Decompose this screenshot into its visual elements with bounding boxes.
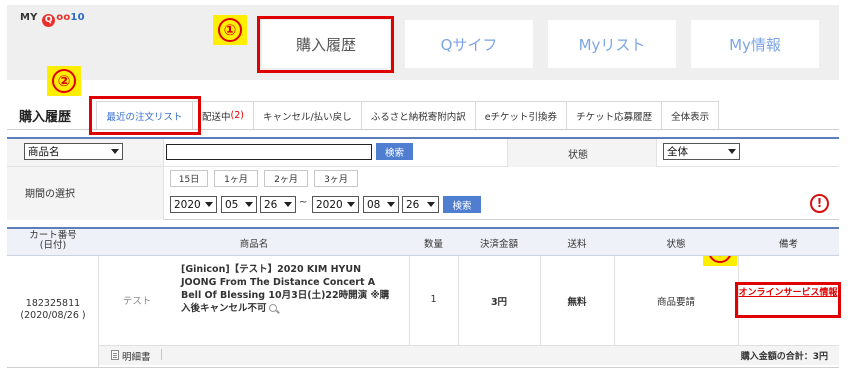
subtab-ticket-application[interactable]: チケット応募履歴 [567,101,663,130]
logo-q: Q [42,14,56,27]
status-label: 状態 [568,150,588,161]
subtab-furusato-tax[interactable]: ふるさと納税寄附内訳 [361,101,476,130]
to-day-value: 26 [406,198,420,211]
highlight-box-recent-orders [89,96,201,135]
highlight-box-online-service [735,282,841,318]
nav-tab-my-info[interactable]: My情報 [691,20,819,68]
document-icon [111,350,119,360]
marker-1-number: ① [218,18,242,42]
th-cart-date-label: (日付) [39,240,67,251]
to-day-select[interactable]: 26 [402,196,439,213]
alert-icon[interactable]: ! [810,194,829,213]
to-month-value: 08 [367,198,381,211]
product-name-link[interactable]: [Ginicon]【テスト】2020 KIM HYUN JOONG From T… [181,263,396,315]
logo-oo: oo [56,12,71,23]
to-year-value: 2020 [316,198,343,211]
from-month-select[interactable]: 05 [221,196,257,213]
th-product-name: 商品名 [239,239,269,250]
th-quantity: 数量 [423,239,443,250]
chevron-down-icon [284,202,292,207]
search-input[interactable] [166,144,372,160]
from-year-select[interactable]: 2020 [170,196,217,213]
period-15-days-button[interactable]: 15日 [170,170,208,187]
marker-2: ② [47,66,81,96]
logo-my: MY [20,12,38,23]
amount-value: 3円 [490,297,508,308]
shipping-value: 無料 [567,297,587,308]
th-shipping: 送料 [567,239,587,250]
table-bottom-line [7,367,839,368]
table-row-cart: 182325811 (2020/08/26 ) [7,298,99,322]
subtab-show-all[interactable]: 全体表示 [662,101,720,130]
subtab-e-ticket[interactable]: eチケット引換券 [475,101,568,130]
period-1-month-button[interactable]: 1ヶ月 [214,170,258,187]
from-month-value: 05 [225,198,239,211]
chevron-down-icon [245,202,253,207]
chevron-down-icon [427,202,435,207]
subtab-in-delivery-count: (2) [230,110,244,121]
purchase-total-label: 購入金額の合計： [740,352,813,362]
period-search-button[interactable]: 検索 [443,196,481,213]
period-label: 期間の選択 [25,189,75,200]
subtab-in-delivery-label: 配送中 [202,111,231,123]
product-name-text: [Ginicon]【テスト】2020 KIM HYUN JOONG From T… [181,264,390,314]
chevron-down-icon [111,149,119,154]
logo-ten: 10 [70,12,85,23]
purchase-total: 購入金額の合計：3円 [700,349,828,362]
period-3-months-button[interactable]: 3ヶ月 [314,170,358,187]
th-status: 状態 [666,239,686,250]
marker-2-number: ② [52,69,76,93]
chevron-down-icon [205,202,213,207]
from-day-value: 26 [264,198,278,211]
chevron-down-icon [387,202,395,207]
marker-1: ① [213,15,247,45]
detail-statement-link[interactable]: 明細書 [122,349,151,363]
th-cart-number: カート番号 (日付) [7,231,99,251]
search-button[interactable]: 検索 [376,143,413,160]
cart-number[interactable]: 182325811 [7,298,99,310]
field-select[interactable]: 商品名 [24,143,123,160]
seller-name[interactable]: テスト [108,293,166,307]
highlight-box-purchase-history [257,16,394,73]
th-remarks: 備考 [778,239,798,250]
th-payment-amount: 決済金額 [479,239,518,250]
to-month-select[interactable]: 08 [363,196,399,213]
status-select[interactable]: 全体 [663,143,740,160]
subtab-in-delivery[interactable]: 配送中 (2) [193,101,254,130]
purchase-history-page: MY Qoo10 購入履歴 Qサイフ Myリスト My情報 ① ② ③ 購入履歴… [0,0,854,381]
chevron-down-icon [347,202,355,207]
field-select-value: 商品名 [28,146,60,158]
section-title: 購入履歴 [19,110,72,125]
status-select-value: 全体 [667,146,688,158]
order-date: (2020/08/26 ) [20,310,86,321]
date-range-tilde: ~ [299,197,308,208]
purchase-total-value: 3円 [812,352,828,362]
nav-tab-my-list[interactable]: Myリスト [548,20,676,68]
quantity-value: 1 [430,294,437,305]
status-value: 商品要請 [656,297,695,308]
from-year-value: 2020 [174,198,201,211]
footer-divider [161,349,162,360]
search-icon[interactable] [268,304,277,312]
from-day-select[interactable]: 26 [260,196,296,213]
qoo10-logo[interactable]: MY Qoo10 [20,12,85,27]
chevron-down-icon [728,149,736,154]
nav-tab-q-wallet[interactable]: Qサイフ [405,20,533,68]
to-year-select[interactable]: 2020 [312,196,359,213]
period-2-months-button[interactable]: 2ヶ月 [264,170,308,187]
subtab-cancel-refund[interactable]: キャンセル/払い戻し [253,101,362,130]
